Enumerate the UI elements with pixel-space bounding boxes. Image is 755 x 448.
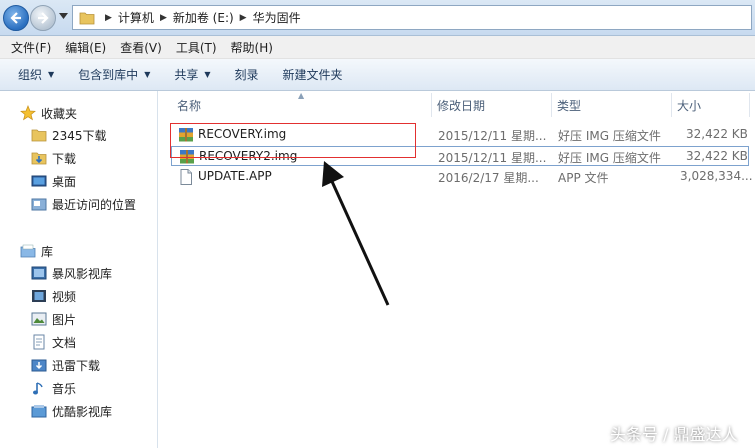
menu-bar: 文件(F) 编辑(E) 查看(V) 工具(T) 帮助(H): [0, 36, 755, 59]
share-button[interactable]: 共享 ▼: [166, 66, 218, 83]
back-button[interactable]: [3, 5, 29, 31]
file-row[interactable]: UPDATE.APP 2016/2/17 星期... APP 文件 3,028,…: [171, 167, 753, 187]
navigation-pane: 收藏夹 2345下载 下载 桌面 最近访问的位置 库 暴风影视库 视频 图片 文…: [0, 91, 158, 448]
breadcrumb-separator-icon[interactable]: ▶: [160, 13, 167, 23]
forward-button[interactable]: [30, 5, 56, 31]
nav-item-label: 2345下载: [52, 128, 107, 143]
nav-item-youku-library[interactable]: 优酷影视库: [31, 401, 112, 421]
burn-button[interactable]: 刻录: [227, 66, 267, 83]
star-icon: [20, 105, 36, 121]
column-divider[interactable]: [551, 93, 552, 117]
nav-item-videos[interactable]: 视频: [31, 286, 76, 306]
breadcrumb-current-folder[interactable]: 华为固件: [253, 9, 301, 26]
nav-item-label: 下载: [52, 151, 77, 166]
nav-favorites[interactable]: 收藏夹: [20, 103, 77, 123]
nav-item-label: 桌面: [52, 174, 77, 189]
video-library-icon: [31, 266, 47, 280]
watermark-text: 头条号 / 鼎盛达人: [610, 425, 738, 444]
column-divider[interactable]: [671, 93, 672, 117]
nav-item-thunder-download[interactable]: 迅雷下载: [31, 355, 100, 375]
column-header-date[interactable]: 修改日期: [437, 93, 485, 117]
library-icon: [20, 244, 36, 258]
breadcrumb-separator-icon[interactable]: ▶: [105, 13, 112, 23]
file-date: 2015/12/11 星期...: [438, 151, 547, 165]
command-bar: 组织 ▼ 包含到库中 ▼ 共享 ▼ 刻录 新建文件夹: [0, 59, 755, 91]
nav-favorites-label: 收藏夹: [41, 106, 78, 121]
include-in-library-button[interactable]: 包含到库中 ▼: [70, 66, 158, 83]
column-header-size[interactable]: 大小: [677, 93, 701, 117]
chevron-down-icon: ▼: [48, 70, 55, 79]
nav-item-downloads[interactable]: 下载: [31, 148, 76, 168]
menu-view[interactable]: 查看(V): [113, 39, 169, 56]
arrow-left-icon: [10, 12, 21, 24]
file-icon: [180, 169, 192, 185]
nav-item-label: 文档: [52, 335, 77, 350]
file-type: APP 文件: [558, 171, 609, 185]
nav-item-2345-download[interactable]: 2345下载: [31, 125, 107, 145]
organize-button[interactable]: 组织 ▼: [10, 66, 62, 83]
desktop-icon: [31, 175, 47, 187]
menu-file[interactable]: 文件(F): [4, 39, 58, 56]
file-size: 3,028,334...: [680, 169, 753, 183]
chevron-down-icon: ▼: [144, 70, 151, 79]
new-folder-button[interactable]: 新建文件夹: [275, 66, 351, 83]
organize-label: 组织: [18, 68, 43, 82]
nav-item-baofeng-library[interactable]: 暴风影视库: [31, 263, 112, 283]
file-date: 2016/2/17 星期...: [438, 171, 539, 185]
nav-item-desktop[interactable]: 桌面: [31, 171, 76, 191]
file-type: 好压 IMG 压缩文件: [558, 151, 661, 165]
breadcrumb[interactable]: ▶ 计算机 ▶ 新加卷 (E:) ▶ 华为固件: [72, 5, 752, 30]
folder-icon: [31, 129, 47, 142]
history-dropdown-icon[interactable]: [59, 13, 68, 19]
picture-icon: [31, 312, 47, 326]
annotation-arrow-icon: [322, 161, 390, 306]
column-divider[interactable]: [749, 93, 750, 117]
breadcrumb-computer[interactable]: 计算机: [118, 9, 154, 26]
video-library-icon: [31, 405, 47, 418]
music-icon: [33, 382, 43, 395]
recent-places-icon: [31, 198, 47, 211]
column-header-type[interactable]: 类型: [557, 93, 581, 117]
nav-item-music[interactable]: 音乐: [31, 378, 76, 398]
nav-item-documents[interactable]: 文档: [31, 332, 76, 352]
nav-item-label: 优酷影视库: [52, 404, 113, 419]
file-type: 好压 IMG 压缩文件: [558, 129, 661, 143]
arrow-right-icon: [38, 12, 49, 24]
nav-item-label: 音乐: [52, 381, 77, 396]
address-bar: ▶ 计算机 ▶ 新加卷 (E:) ▶ 华为固件: [0, 0, 755, 36]
include-in-library-label: 包含到库中: [78, 68, 139, 82]
file-size: 32,422 KB: [686, 149, 748, 163]
nav-item-label: 迅雷下载: [52, 358, 101, 373]
video-icon: [32, 290, 46, 302]
share-label: 共享: [174, 68, 199, 82]
menu-tools[interactable]: 工具(T): [169, 39, 224, 56]
nav-item-label: 最近访问的位置: [52, 197, 137, 212]
column-header-name[interactable]: 名称: [177, 93, 201, 117]
menu-help[interactable]: 帮助(H): [224, 39, 280, 56]
breadcrumb-drive-e[interactable]: 新加卷 (E:): [173, 9, 234, 26]
download-folder-icon: [31, 152, 47, 165]
annotation-highlight-box: [170, 123, 416, 158]
folder-icon: [79, 12, 95, 24]
column-divider[interactable]: [431, 93, 432, 117]
thunder-download-icon: [31, 359, 47, 372]
nav-item-pictures[interactable]: 图片: [31, 309, 76, 329]
nav-libraries-label: 库: [41, 244, 54, 259]
chevron-down-icon: ▼: [204, 70, 211, 79]
nav-libraries[interactable]: 库: [20, 241, 53, 261]
nav-item-recent-places[interactable]: 最近访问的位置: [31, 194, 136, 214]
nav-item-label: 视频: [52, 289, 77, 304]
file-date: 2015/12/11 星期...: [438, 129, 547, 143]
sort-ascending-icon: ▲: [298, 91, 305, 100]
nav-item-label: 图片: [52, 312, 77, 327]
document-icon: [33, 334, 45, 350]
nav-item-label: 暴风影视库: [52, 266, 113, 281]
file-size: 32,422 KB: [686, 127, 748, 141]
breadcrumb-separator-icon[interactable]: ▶: [240, 13, 247, 23]
file-name: UPDATE.APP: [198, 169, 272, 183]
menu-edit[interactable]: 编辑(E): [58, 39, 113, 56]
